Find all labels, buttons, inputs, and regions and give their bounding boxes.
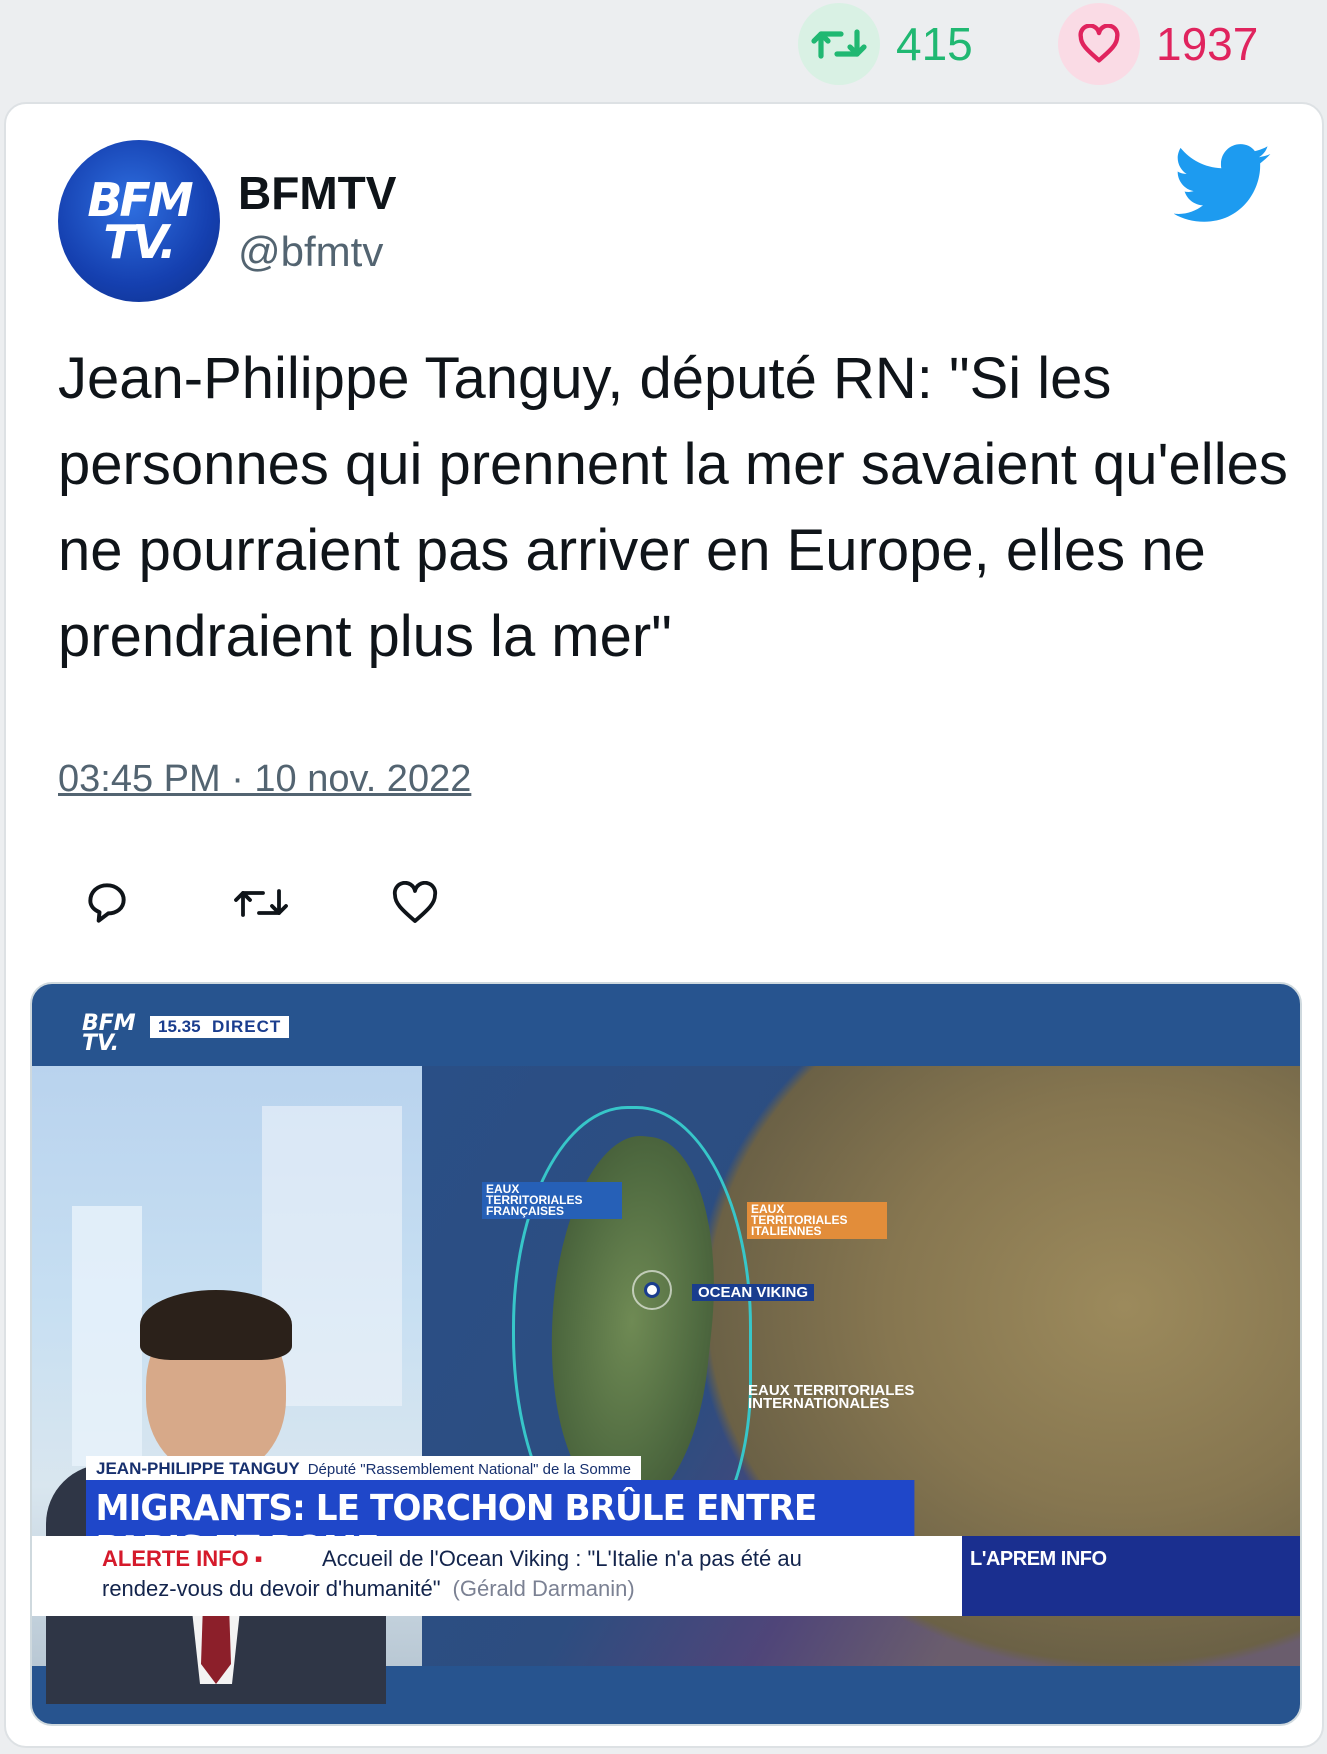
retweet-stat[interactable]: 415 bbox=[798, 0, 973, 88]
ticker-line1: Accueil de l'Ocean Viking : "L'Italie n'… bbox=[322, 1546, 802, 1571]
author-name[interactable]: BFMTV bbox=[238, 166, 396, 220]
guest-caption: JEAN-PHILIPPE TANGUY Député "Rassemblemen… bbox=[86, 1456, 642, 1482]
tweet-text: Jean-Philippe Tanguy, député RN: "Si les… bbox=[58, 346, 1288, 669]
map-label-international-waters: EAUX TERRITORIALES INTERNATIONALES bbox=[748, 1382, 915, 1412]
channel-logo: BFM TV. bbox=[82, 1011, 136, 1056]
retweet-count: 415 bbox=[896, 18, 973, 70]
heart-icon[interactable] bbox=[1058, 3, 1140, 85]
tweet-card: BFM TV. BFMTV @bfmtv Jean-Philippe Tangu… bbox=[4, 102, 1324, 1748]
like-icon[interactable] bbox=[386, 874, 444, 932]
avatar-text-line2: TV. bbox=[103, 215, 176, 269]
like-count: 1937 bbox=[1156, 18, 1259, 70]
live-badge: DIRECT bbox=[204, 1016, 290, 1038]
alert-label: ALERTE INFO ▪ bbox=[102, 1546, 263, 1571]
author-handle[interactable]: @bfmtv bbox=[238, 228, 383, 276]
guest-name: JEAN-PHILIPPE TANGUY bbox=[96, 1459, 300, 1478]
avatar[interactable]: BFM TV. bbox=[58, 140, 220, 302]
broadcast-time: 15.35 bbox=[150, 1016, 209, 1038]
program-name: L'APREM INFO bbox=[962, 1536, 1300, 1616]
map-label-french-waters: EAUX TERRITORIALES FRANÇAISES bbox=[482, 1182, 622, 1219]
retweet-icon[interactable] bbox=[798, 3, 880, 85]
ticker-source: (Gérald Darmanin) bbox=[452, 1576, 635, 1601]
reply-icon[interactable] bbox=[78, 874, 136, 932]
twitter-bird-icon[interactable] bbox=[1174, 144, 1272, 226]
ticker-line2: rendez-vous du devoir d'humanité" (Gérald… bbox=[102, 1576, 635, 1601]
engagement-bar: 415 1937 bbox=[0, 0, 1327, 96]
tweet-timestamp[interactable]: 03:45 PM · 10 nov. 2022 bbox=[58, 758, 471, 801]
tweet-media-image[interactable]: BFM TV. 15.35 DIRECT EAUX TERRITORIALES … bbox=[30, 982, 1302, 1726]
retweet-icon[interactable] bbox=[232, 874, 290, 932]
like-stat[interactable]: 1937 bbox=[1058, 0, 1258, 88]
tweet-actions bbox=[78, 874, 444, 932]
guest-title: Député "Rassemblement National" de la So… bbox=[307, 1461, 632, 1478]
map-label-ship: OCEAN VIKING bbox=[692, 1284, 815, 1301]
ship-marker-icon bbox=[632, 1270, 672, 1310]
map-label-italian-waters: EAUX TERRITORIALES ITALIENNES bbox=[747, 1202, 887, 1239]
